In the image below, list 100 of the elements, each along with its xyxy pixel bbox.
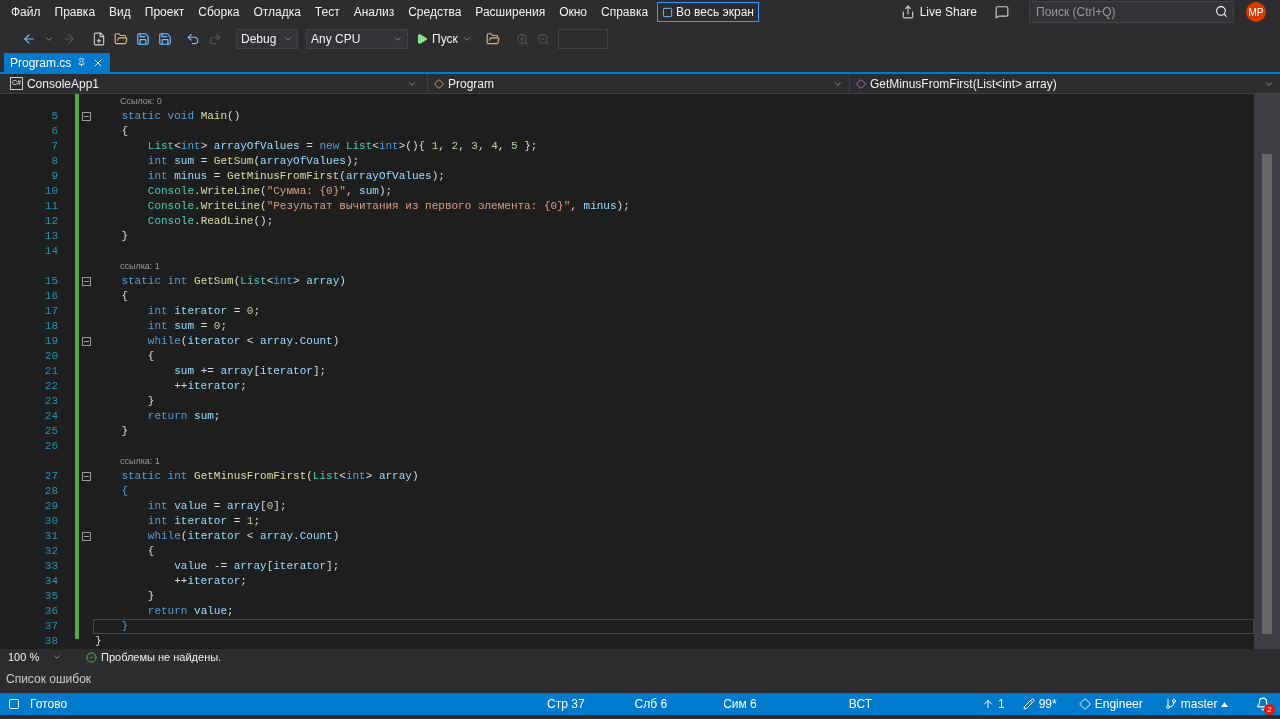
fullscreen-button[interactable]: Во весь экран [657,2,759,22]
line-number: 19 [44,334,58,350]
tab-label: Program.cs [10,54,72,72]
caret-icon [393,34,403,44]
pin-icon[interactable] [77,58,87,67]
menu-item[interactable]: Средства [401,3,469,21]
menu-item[interactable]: Справка [594,3,656,21]
search-icon[interactable] [1215,5,1228,18]
line-number: 29 [44,499,58,515]
back-icon[interactable] [22,32,36,46]
push-button[interactable]: 1 [982,695,1005,713]
menu-item[interactable]: Сборка [191,3,247,21]
line-number: 35 [44,589,58,605]
folder-search-icon[interactable] [485,32,500,46]
code-line: } [146,589,155,605]
line-indicator: Стр 37 [547,696,585,713]
caret-icon [283,34,293,44]
collapse-icon[interactable] [81,112,91,121]
code-line: while(iterator < array.Count) [146,529,340,545]
code-line: { [120,124,128,140]
line-number: 22 [44,379,58,395]
search-field[interactable]: Поиск (Ctrl+Q) [1029,1,1234,23]
code-line: while(iterator < array.Count) [146,334,340,350]
line-number: 16 [44,289,58,305]
line-number: 11 [44,199,58,215]
code-line: { [146,349,155,365]
collapse-icon[interactable] [81,277,91,286]
menu-item[interactable]: Расширения [468,3,553,21]
collapse-icon[interactable] [81,532,91,541]
new-item-icon[interactable] [92,32,106,46]
line-number: 10 [44,184,58,200]
line-number: 7 [51,139,58,155]
reference-count[interactable]: ссылка: 1 [120,454,160,469]
line-number: 33 [44,559,58,575]
platform-dropdown[interactable]: Any CPU [306,29,408,49]
live-share-button[interactable]: Live Share [900,3,977,21]
code-line: value -= array[iterator]; [173,559,340,575]
class-dropdown[interactable]: Program [428,74,850,93]
code-line: Console.WriteLine("Сумма: {0}", sum); [146,184,393,200]
collapse-icon[interactable] [81,337,91,346]
menu-item[interactable]: Правка [47,3,103,21]
notifications-icon[interactable] [1256,697,1270,711]
line-number: 24 [44,409,58,425]
code-line: int sum = GetSum(arrayOfValues); [146,154,360,170]
code-line: List<int> arrayOfValues = new List<int>(){ 1, 2, 3, 4, 5 }; [146,139,538,155]
branch-icon [1164,698,1177,710]
collapse-icon[interactable] [81,472,91,481]
menu-item[interactable]: Файл [4,3,48,21]
menu-item[interactable]: Отладка [246,3,308,21]
menu-item[interactable]: Проект [137,3,192,21]
menu-item[interactable]: Вид [102,3,138,21]
menu-item[interactable]: Анализ [346,3,402,21]
code-line: return sum; [146,409,221,425]
vertical-scrollbar[interactable] [1254,94,1280,649]
class-icon [434,78,444,89]
reference-count[interactable]: ссылка: 1 [120,259,160,274]
configuration-dropdown[interactable]: Debug [236,29,298,49]
line-number: 17 [44,304,58,320]
folder-icon[interactable] [114,32,128,46]
undo-icon[interactable] [186,32,200,46]
member-dropdown[interactable]: GetMinusFromFirst(List<int> array) [850,74,1280,93]
line-number: 28 [44,484,58,500]
document-tab[interactable]: Program.cs [4,53,111,72]
class-name: Program [448,75,494,93]
line-number: 38 [44,634,58,650]
zoom-level-dropdown[interactable]: 100 % [8,648,62,666]
notification-count: 2 [1264,704,1275,715]
feedback-icon[interactable] [995,5,1009,19]
line-number: 13 [44,229,58,245]
play-icon [416,33,428,45]
code-line: } [95,634,102,650]
changes-button[interactable]: 99* [1022,695,1057,713]
branch-button[interactable]: master [1164,695,1229,713]
line-number: 21 [44,364,58,380]
menu-item[interactable]: Тест [307,3,347,21]
start-button[interactable]: Пуск [416,30,472,48]
line-number: 18 [44,319,58,335]
user-avatar[interactable]: MP [1246,2,1266,22]
line-number: 36 [44,604,58,620]
save-icon[interactable] [136,32,150,46]
code-line: ++iterator; [173,574,247,590]
line-number: 12 [44,214,58,230]
project-name: ConsoleApp1 [26,75,99,93]
menu-item[interactable]: Окно [552,3,595,21]
code-line: int iterator = 1; [146,514,261,530]
line-number: 14 [44,244,58,260]
line-number: 26 [44,439,58,455]
panel-title[interactable]: Список ошибок [6,670,92,688]
code-line: } [120,424,128,440]
code-line: Console.WriteLine("Результат вычитания из первого элемента: {0}", minus); [146,199,630,215]
repository-button[interactable]: Engineer [1078,695,1143,713]
check-icon [86,651,97,663]
reference-count[interactable]: Ссылок: 0 [120,94,162,109]
save-all-icon[interactable] [158,32,172,46]
line-number: 9 [51,169,58,185]
code-line: int value = array[0]; [146,499,287,515]
output-icon [8,698,20,710]
line-number: 25 [44,424,58,440]
column-indicator: Слб 6 [634,696,668,713]
code-line: return value; [146,604,234,620]
